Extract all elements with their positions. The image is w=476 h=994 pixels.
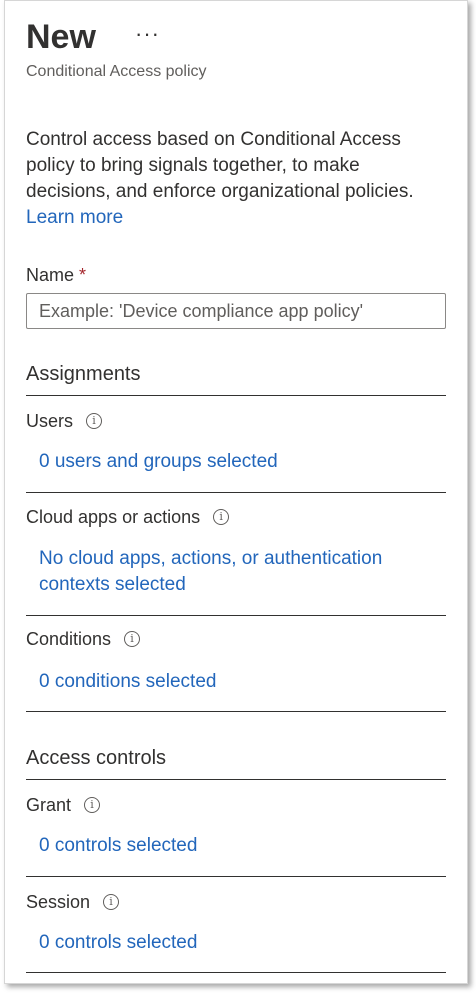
info-icon[interactable]: i <box>103 894 120 910</box>
info-icon[interactable]: i <box>84 797 101 813</box>
info-icon[interactable]: i <box>213 509 230 525</box>
grant-label-text: Grant <box>26 795 72 815</box>
name-label: Name * <box>26 263 86 287</box>
cloud-apps-selection-link[interactable]: No cloud apps, actions, or authenticatio… <box>39 546 439 598</box>
users-label-text: Users <box>26 411 74 431</box>
divider <box>26 972 446 973</box>
grant-selection-link[interactable]: 0 controls selected <box>39 833 197 859</box>
description: Control access based on Conditional Acce… <box>26 127 436 231</box>
access-controls-heading: Access controls <box>26 747 167 769</box>
name-label-text: Name <box>26 265 75 285</box>
divider <box>26 615 446 616</box>
users-selection-link[interactable]: 0 users and groups selected <box>39 449 278 475</box>
ellipsis-icon[interactable]: ··· <box>135 21 160 47</box>
divider <box>26 779 446 780</box>
policy-panel: New ··· Conditional Access policy Contro… <box>4 0 468 984</box>
info-icon[interactable]: i <box>86 413 103 429</box>
session-label: Session i <box>26 890 120 914</box>
learn-more-link[interactable]: Learn more <box>26 207 123 228</box>
session-label-text: Session <box>26 892 91 912</box>
page-title: New <box>26 18 96 56</box>
cloud-apps-label-text: Cloud apps or actions <box>26 507 201 527</box>
info-icon[interactable]: i <box>124 631 141 647</box>
conditions-label-text: Conditions <box>26 629 112 649</box>
conditions-label: Conditions i <box>26 627 141 651</box>
divider <box>26 711 446 712</box>
grant-label: Grant i <box>26 793 101 817</box>
description-text: Control access based on Conditional Acce… <box>26 129 414 202</box>
assignments-heading: Assignments <box>26 363 141 385</box>
users-label: Users i <box>26 409 103 433</box>
divider <box>26 876 446 877</box>
cloud-apps-value-line2: contexts selected <box>39 574 186 595</box>
conditions-selection-link[interactable]: 0 conditions selected <box>39 669 216 695</box>
required-marker: * <box>79 265 87 285</box>
page-subtitle: Conditional Access policy <box>26 63 207 80</box>
divider <box>26 492 446 493</box>
name-input[interactable] <box>26 293 446 329</box>
cloud-apps-value-line1: No cloud apps, actions, or authenticatio… <box>39 548 383 569</box>
cloud-apps-label: Cloud apps or actions i <box>26 505 230 529</box>
divider <box>26 395 446 396</box>
session-selection-link[interactable]: 0 controls selected <box>39 930 197 956</box>
